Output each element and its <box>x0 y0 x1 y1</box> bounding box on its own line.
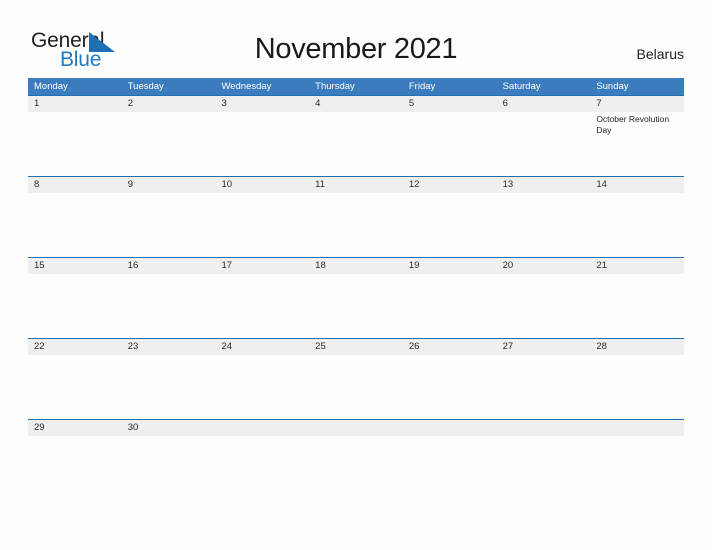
calendar-grid: Monday Tuesday Wednesday Thursday Friday… <box>28 78 685 451</box>
weekday-header-sunday: Sunday <box>596 81 629 92</box>
day-number <box>215 420 310 436</box>
weekday-header-friday: Friday <box>408 81 436 92</box>
calendar-week-row: 22 23 24 25 26 27 28 <box>28 338 685 419</box>
day-cell[interactable]: 3 <box>215 96 310 176</box>
day-number: 4 <box>309 96 403 112</box>
day-number: 27 <box>496 339 591 355</box>
day-cell[interactable]: 20 <box>496 258 591 338</box>
day-number: 6 <box>496 96 591 112</box>
day-number: 12 <box>402 177 497 193</box>
day-number: 24 <box>215 339 310 355</box>
day-cell[interactable]: 5 <box>402 96 497 176</box>
day-number: 30 <box>121 420 216 436</box>
day-cell[interactable]: 14 <box>590 177 685 257</box>
day-cell[interactable]: 16 <box>121 258 216 338</box>
day-cell[interactable]: 22 <box>28 339 122 419</box>
calendar-week-row: 29 30 <box>28 419 685 451</box>
day-number: 14 <box>590 177 685 193</box>
day-number: 29 <box>28 420 122 436</box>
day-number: 15 <box>28 258 122 274</box>
day-cell[interactable]: 4 <box>309 96 403 176</box>
day-cell[interactable]: 15 <box>28 258 122 338</box>
day-number <box>496 420 591 436</box>
day-cell[interactable]: 18 <box>309 258 403 338</box>
day-cell[interactable]: 7 October Revolution Day <box>590 96 685 176</box>
day-cell-empty <box>309 420 403 451</box>
weekday-header-monday: Monday <box>34 81 68 92</box>
day-cell[interactable]: 29 <box>28 420 122 451</box>
day-cell[interactable]: 10 <box>215 177 310 257</box>
country-label: Belarus <box>636 46 684 62</box>
day-cell[interactable]: 26 <box>402 339 497 419</box>
weekday-header-row: Monday Tuesday Wednesday Thursday Friday… <box>28 78 684 95</box>
day-cell[interactable]: 17 <box>215 258 310 338</box>
day-number: 20 <box>496 258 591 274</box>
day-number: 22 <box>28 339 122 355</box>
day-number: 9 <box>121 177 216 193</box>
day-cell[interactable]: 6 <box>496 96 591 176</box>
day-number: 19 <box>402 258 497 274</box>
day-cell[interactable]: 12 <box>402 177 497 257</box>
day-cell[interactable]: 23 <box>121 339 216 419</box>
day-cell[interactable]: 21 <box>590 258 685 338</box>
weekday-header-wednesday: Wednesday <box>221 81 272 92</box>
day-number: 25 <box>309 339 403 355</box>
calendar-week-row: 15 16 17 18 19 20 21 <box>28 257 685 338</box>
weekday-header-saturday: Saturday <box>502 81 541 92</box>
calendar-week-row: 1 2 3 4 5 6 7 October Revolution Day <box>28 95 685 176</box>
day-number: 26 <box>402 339 497 355</box>
day-number: 21 <box>590 258 685 274</box>
day-cell[interactable]: 13 <box>496 177 591 257</box>
day-number: 18 <box>309 258 403 274</box>
day-number <box>402 420 497 436</box>
day-number <box>309 420 403 436</box>
day-cell[interactable]: 8 <box>28 177 122 257</box>
day-cell-empty <box>402 420 497 451</box>
weekday-header-thursday: Thursday <box>315 81 355 92</box>
day-number: 10 <box>215 177 310 193</box>
day-number: 3 <box>215 96 310 112</box>
day-cell[interactable]: 19 <box>402 258 497 338</box>
page-header: General Blue November 2021 Belarus <box>0 0 712 78</box>
page-title: November 2021 <box>254 33 458 65</box>
day-number: 8 <box>28 177 122 193</box>
day-number: 2 <box>121 96 216 112</box>
day-number: 11 <box>309 177 403 193</box>
day-number: 23 <box>121 339 216 355</box>
day-cell[interactable]: 24 <box>215 339 310 419</box>
day-number: 28 <box>590 339 685 355</box>
day-number: 5 <box>402 96 497 112</box>
day-cell-empty <box>215 420 310 451</box>
day-cell[interactable]: 2 <box>121 96 216 176</box>
day-number: 7 <box>590 96 685 112</box>
day-cell[interactable]: 1 <box>28 96 122 176</box>
day-cell[interactable]: 11 <box>309 177 403 257</box>
day-cell[interactable]: 9 <box>121 177 216 257</box>
day-number: 1 <box>28 96 122 112</box>
calendar-page: General Blue November 2021 Belarus Monda… <box>0 0 712 550</box>
day-cell-empty <box>590 420 685 451</box>
weekday-header-tuesday: Tuesday <box>127 81 164 92</box>
day-cell[interactable]: 30 <box>121 420 216 451</box>
day-cell[interactable]: 25 <box>309 339 403 419</box>
day-number <box>590 420 685 436</box>
day-number: 16 <box>121 258 216 274</box>
day-number: 13 <box>496 177 591 193</box>
day-cell-empty <box>496 420 591 451</box>
day-cell[interactable]: 28 <box>590 339 685 419</box>
calendar-week-row: 8 9 10 11 12 13 14 <box>28 176 685 257</box>
day-number: 17 <box>215 258 310 274</box>
day-event: October Revolution Day <box>596 114 670 135</box>
day-cell[interactable]: 27 <box>496 339 591 419</box>
